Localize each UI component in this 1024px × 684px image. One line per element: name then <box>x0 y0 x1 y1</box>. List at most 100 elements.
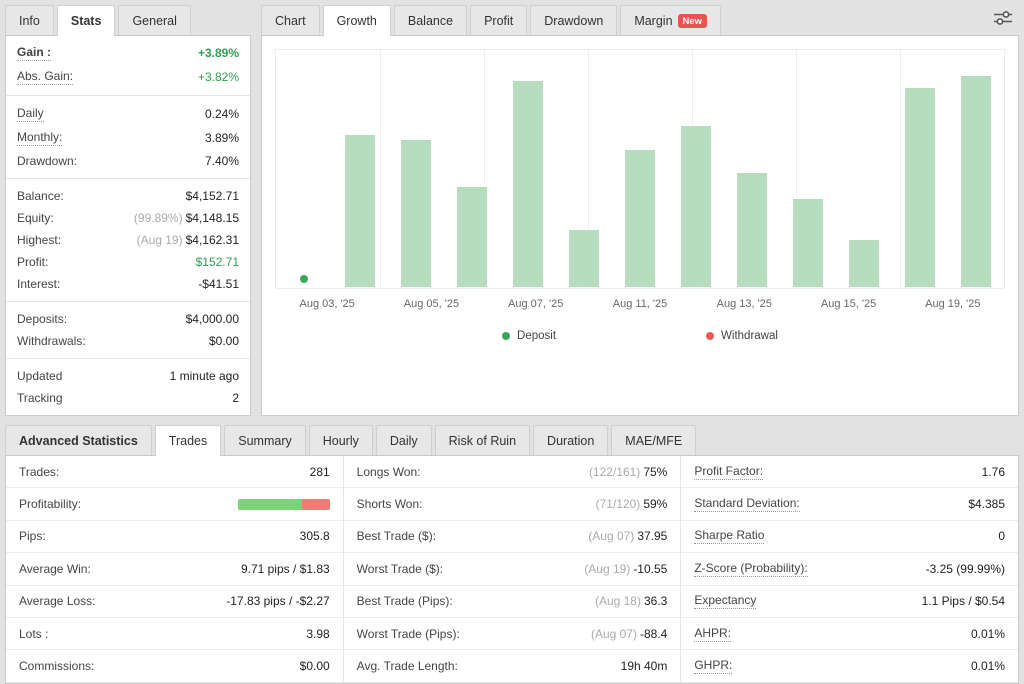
value-text: 59% <box>643 497 667 511</box>
chart-slot <box>836 50 892 287</box>
expectancy-value: 1.1 Pips / $0.54 <box>922 594 1005 608</box>
lots-row: Lots :3.98 <box>6 618 343 650</box>
chart-bar[interactable] <box>681 126 711 287</box>
best-trade-row: Best Trade ($):(Aug 07)37.95 <box>344 521 681 553</box>
chart-bar[interactable] <box>401 140 431 287</box>
tracking-value: 2 <box>232 391 239 405</box>
tab-profit[interactable]: Profit <box>470 5 527 35</box>
value-text: -10.55 <box>633 562 667 576</box>
best-trade-pips-row: Best Trade (Pips):(Aug 18)36.3 <box>344 586 681 618</box>
shorts-won-label: Shorts Won: <box>357 497 423 511</box>
worst-trade-row: Worst Trade ($):(Aug 19)-10.55 <box>344 553 681 585</box>
chart-bar[interactable] <box>849 240 879 287</box>
updated-label: Updated <box>17 369 62 383</box>
deposits-label: Deposits: <box>17 312 67 326</box>
profitability-green-segment <box>238 499 302 510</box>
deposit-marker-dot[interactable] <box>300 275 308 283</box>
value-text: $0.00 <box>209 334 239 348</box>
tab-hourly[interactable]: Hourly <box>309 425 373 455</box>
equity-row: Equity:(99.89%)$4,148.15 <box>6 207 250 229</box>
gain-label[interactable]: Gain : <box>17 45 51 61</box>
tab-duration[interactable]: Duration <box>533 425 608 455</box>
average-loss-row: Average Loss:-17.83 pips / -$2.27 <box>6 586 343 618</box>
tab-balance[interactable]: Balance <box>394 5 467 35</box>
chart-slot <box>948 50 1004 287</box>
best-trade-value: (Aug 07)37.95 <box>588 529 667 543</box>
daily-label[interactable]: Daily <box>17 106 44 122</box>
tab-general[interactable]: General <box>118 5 190 35</box>
interest-label: Interest: <box>17 277 60 291</box>
profitability-red-segment <box>302 499 330 510</box>
tab-advanced-statistics[interactable]: Advanced Statistics <box>5 425 152 455</box>
value-text: 3.89% <box>205 131 239 145</box>
chart-settings-button[interactable] <box>987 6 1019 35</box>
abs-gain-value: +3.82% <box>198 70 239 84</box>
group-divider <box>6 358 250 359</box>
average-win-row: Average Win:9.71 pips / $1.83 <box>6 553 343 585</box>
longs-won-value: (122/161)75% <box>589 465 667 479</box>
abs-gain-label[interactable]: Abs. Gain: <box>17 69 73 85</box>
best-trade-pips-label: Best Trade (Pips): <box>357 594 453 608</box>
sharpe-ratio-label[interactable]: Sharpe Ratio <box>694 528 764 544</box>
x-tick-label: Aug 03, '25 <box>275 298 379 310</box>
longs-won-row: Longs Won:(122/161)75% <box>344 456 681 488</box>
tab-drawdown[interactable]: Drawdown <box>530 5 617 35</box>
chart-bar[interactable] <box>569 230 599 287</box>
stats-panel-tabs: InfoStatsGeneral <box>5 5 251 35</box>
chart-bar[interactable] <box>793 199 823 287</box>
tab-margin[interactable]: MarginNew <box>620 5 721 35</box>
worst-trade-label: Worst Trade ($): <box>357 562 443 576</box>
gain-row: Gain :+3.89% <box>6 41 250 65</box>
stats-panel-body: Gain :+3.89%Abs. Gain:+3.82%Daily0.24%Mo… <box>5 35 251 416</box>
group-divider <box>6 178 250 179</box>
chart-bar[interactable] <box>737 173 767 287</box>
chart-bar[interactable] <box>905 88 935 287</box>
standard-deviation-value: $4.385 <box>968 497 1005 511</box>
legend-label: Deposit <box>517 330 556 342</box>
tab-risk-of-ruin[interactable]: Risk of Ruin <box>435 425 530 455</box>
expectancy-label[interactable]: Expectancy <box>694 593 756 609</box>
growth-bar-chart[interactable] <box>275 49 1005 289</box>
standard-deviation-label[interactable]: Standard Deviation: <box>694 496 799 512</box>
tab-info[interactable]: Info <box>5 5 54 35</box>
legend-item-withdrawal[interactable]: Withdrawal <box>706 330 778 342</box>
profit-label: Profit: <box>17 255 48 269</box>
chart-bar[interactable] <box>625 150 655 287</box>
commissions-value: $0.00 <box>300 659 330 673</box>
value-text: 2 <box>232 391 239 405</box>
value-text: -3.25 (99.99%) <box>926 562 1005 576</box>
value-text: 9.71 pips / $1.83 <box>241 562 330 576</box>
lots-value: 3.98 <box>306 627 329 641</box>
tab-daily[interactable]: Daily <box>376 425 432 455</box>
withdrawals-label: Withdrawals: <box>17 334 86 348</box>
drawdown-value: 7.40% <box>205 154 239 168</box>
chart-bar[interactable] <box>457 187 487 287</box>
worst-trade-pips-value: (Aug 07)-88.4 <box>591 627 667 641</box>
pips-value: 305.8 <box>300 529 330 543</box>
statistics-grid: Trades:281Profitability:Pips:305.8Averag… <box>6 456 1018 683</box>
abs-gain-row: Abs. Gain: +3.82% <box>6 65 250 89</box>
value-prefix: (Aug 19) <box>137 233 183 247</box>
chart-bar[interactable] <box>513 81 543 287</box>
tab-stats[interactable]: Stats <box>57 5 116 35</box>
legend-dot-icon <box>502 332 510 340</box>
value-text: $4,152.71 <box>186 189 239 203</box>
ahpr-label[interactable]: AHPR: <box>694 626 731 642</box>
z-score-probability-row: Z-Score (Probability): -3.25 (99.99%) <box>681 553 1018 585</box>
tab-chart[interactable]: Chart <box>261 5 320 35</box>
chart-bar[interactable] <box>345 135 375 287</box>
chart-bar[interactable] <box>961 76 991 287</box>
monthly-label[interactable]: Monthly: <box>17 130 62 146</box>
chart-tabs-row: ChartGrowth Balance ProfitDrawdownMarginNe… <box>261 5 1019 35</box>
z-score-probability-label[interactable]: Z-Score (Probability): <box>694 561 807 577</box>
tab-label: Balance <box>408 14 453 28</box>
tab-growth[interactable]: Growth <box>323 5 391 35</box>
tracking-label: Tracking <box>17 391 63 405</box>
profit-factor-label[interactable]: Profit Factor: <box>694 464 763 480</box>
tab-mae-mfe[interactable]: MAE/MFE <box>611 425 696 455</box>
x-tick-label: Aug 05, '25 <box>379 298 483 310</box>
tab-trades[interactable]: Trades <box>155 425 221 455</box>
tab-summary[interactable]: Summary <box>224 425 305 455</box>
ghpr-value: 0.01% <box>971 659 1005 673</box>
legend-item-deposit[interactable]: Deposit <box>502 330 556 342</box>
